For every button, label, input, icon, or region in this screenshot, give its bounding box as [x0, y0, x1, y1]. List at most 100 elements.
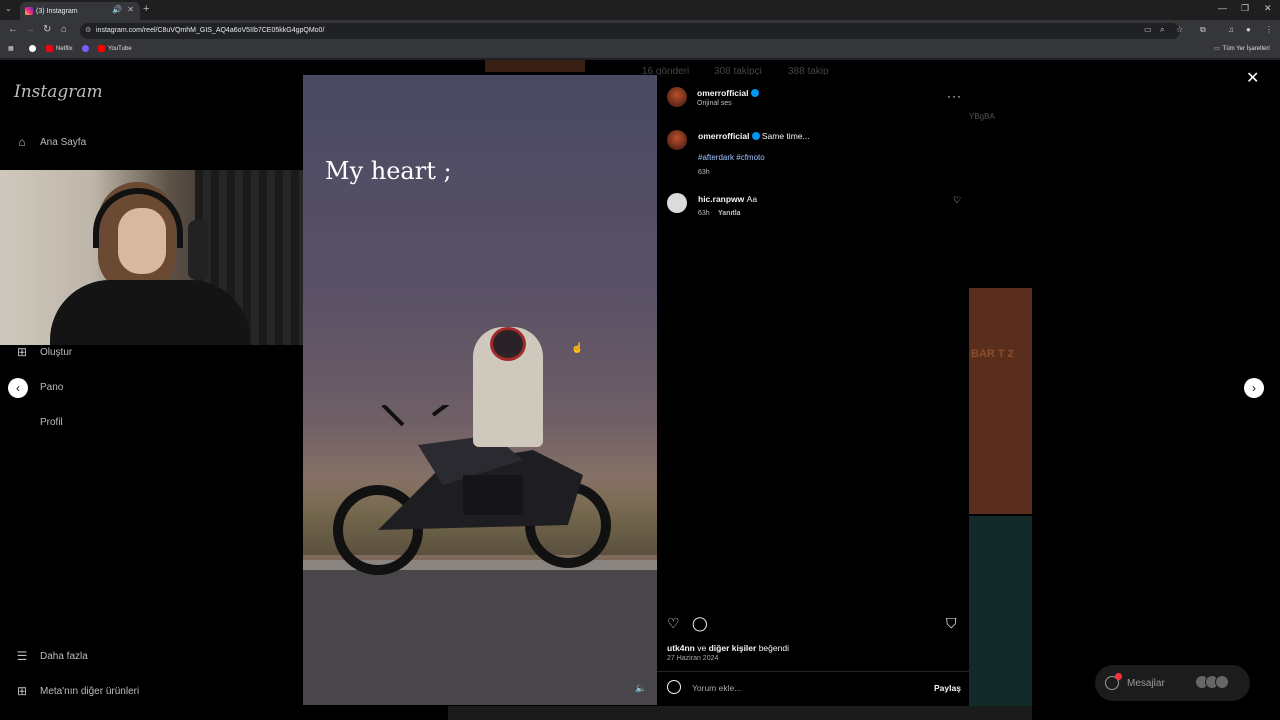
url-text: instagram.com/reel/C8uVQmhM_GIS_AQ4a6oV5…: [96, 27, 325, 34]
mouse-cursor-icon: ☝: [571, 343, 584, 354]
comment-text: Aa: [746, 194, 758, 204]
tab-bar: ⌄ (3) Instagram 🔊 ✕ + — ❐ ✕: [0, 0, 1280, 20]
bg-thumb-text: BAR T 2: [971, 348, 1014, 360]
sidebar-item-label: Meta'nın diğer ürünleri: [40, 685, 140, 697]
video-helmet: [490, 327, 526, 361]
comment-input[interactable]: Yorum ekle...: [692, 683, 741, 693]
install-icon[interactable]: ▭: [1144, 25, 1152, 34]
bg-side-text: YBgBA: [969, 112, 995, 121]
comment-like-icon[interactable]: ♡: [953, 195, 961, 206]
all-bookmarks[interactable]: ▭ Tüm Yer İşaretleri: [1214, 45, 1270, 53]
motorcycle-illustration: [333, 405, 611, 575]
audio-label[interactable]: Orijinal ses: [697, 100, 732, 107]
likes-others[interactable]: diğer kişiler: [709, 643, 757, 653]
speaker-icon[interactable]: 🔊: [112, 5, 122, 14]
instagram-page: Instagram ⌂ Ana Sayfa ⊞ Oluştur Pano Pro…: [0, 60, 1280, 720]
webcam-body: [50, 280, 250, 345]
extensions-icon[interactable]: ⧉: [1200, 25, 1206, 35]
folder-icon: ▭: [1214, 46, 1220, 52]
hashtag-text: #afterdark #cfmoto: [698, 153, 765, 162]
caption-time: 63h: [698, 169, 710, 176]
avatar[interactable]: [667, 130, 687, 150]
like-icon[interactable]: ♡: [667, 615, 680, 632]
bookmark-netflix[interactable]: Netflix: [46, 45, 73, 52]
save-icon[interactable]: ⛉: [946, 615, 957, 632]
bookmark-label: Netflix: [56, 45, 73, 52]
tab-instagram[interactable]: (3) Instagram 🔊 ✕: [20, 2, 140, 20]
background-thumbnail: [969, 516, 1032, 706]
profile-icon: [14, 414, 30, 430]
sidebar-item-profile[interactable]: Profil: [14, 414, 63, 430]
sidebar-item-home[interactable]: ⌂ Ana Sayfa: [14, 134, 86, 150]
sidebar-item-more[interactable]: ☰ Daha fazla: [14, 648, 88, 664]
forward-icon[interactable]: →: [25, 24, 35, 35]
tab-search-icon[interactable]: ⌄: [5, 4, 12, 13]
profile-avatar-icon[interactable]: ●: [1246, 25, 1251, 34]
close-window-icon[interactable]: ✕: [1264, 3, 1272, 14]
post-panel: omerrofficial Orijinal ses ··· omerroffi…: [657, 75, 969, 705]
sidebar-item-meta[interactable]: ⊞ Meta'nın diğer ürünleri: [14, 683, 139, 699]
address-bar-row: ← → ↻ ⌂ ⚙ instagram.com/reel/C8uVQmhM_GI…: [0, 20, 1280, 42]
emoji-icon[interactable]: [667, 680, 681, 694]
sidebar-item-label: Profil: [40, 416, 63, 428]
reply-button[interactable]: Yanıtla: [718, 210, 741, 217]
comment-icon[interactable]: ◯: [692, 615, 708, 632]
messages-button[interactable]: Mesajlar: [1095, 665, 1250, 701]
bookmarks-bar: ▦ Netflix YouTube ▭ Tüm Yer İşaretleri: [0, 42, 1280, 58]
background-avatar: [485, 60, 585, 72]
tab-title: (3) Instagram: [36, 7, 78, 15]
minimize-icon[interactable]: —: [1218, 3, 1227, 13]
post-username[interactable]: omerrofficial: [697, 88, 759, 98]
home-browser-icon[interactable]: ⌂: [61, 24, 67, 35]
comment-username[interactable]: hic.ranpww: [698, 194, 744, 204]
prev-arrow-button[interactable]: ‹: [8, 378, 28, 398]
hashtags[interactable]: #afterdark #cfmoto: [698, 153, 765, 162]
bookmark-youtube[interactable]: YouTube: [98, 45, 132, 52]
caption-username[interactable]: omerrofficial Same time...: [698, 131, 810, 141]
kebab-menu-icon[interactable]: ⋮: [1265, 25, 1273, 34]
bookmark-extra[interactable]: [82, 45, 89, 52]
likes-summary[interactable]: utk4nn ve diğer kişiler beğendi: [667, 643, 789, 653]
post-date: 27 Haziran 2024: [667, 655, 719, 662]
bookmark-star-icon[interactable]: ☆: [1176, 25, 1183, 34]
close-icon[interactable]: ✕: [1246, 68, 1259, 88]
username-text: omerrofficial: [697, 88, 749, 98]
background-thumbnail-row: [448, 706, 1032, 720]
bookmark-chrome[interactable]: [29, 45, 36, 52]
restore-icon[interactable]: ❐: [1241, 3, 1249, 14]
bookmark-label: YouTube: [108, 45, 132, 52]
likes-suffix: beğendi: [758, 643, 789, 653]
new-tab-button[interactable]: +: [143, 3, 149, 15]
likes-connector: ve: [697, 643, 707, 653]
avatar[interactable]: [667, 87, 687, 107]
zoom-icon[interactable]: ⌕: [1160, 25, 1164, 35]
divider: [657, 671, 969, 672]
webcam-overlay: [0, 170, 310, 345]
username-text: omerrofficial: [698, 131, 750, 141]
message-avatars: [1195, 675, 1239, 691]
instagram-favicon-icon: [25, 7, 33, 15]
site-info-icon[interactable]: ⚙: [85, 23, 91, 39]
comment-time: 63h: [698, 210, 710, 217]
verified-icon: [750, 89, 759, 97]
avatar[interactable]: [667, 193, 687, 213]
url-field[interactable]: ⚙ instagram.com/reel/C8uVQmhM_GIS_AQ4a6o…: [80, 23, 1180, 39]
speaker-icon[interactable]: 🔈: [635, 683, 646, 694]
instagram-logo[interactable]: Instagram: [14, 82, 103, 102]
browser-chrome: ⌄ (3) Instagram 🔊 ✕ + — ❐ ✕ ← → ↻ ⌂ ⚙ in…: [0, 0, 1280, 60]
next-arrow-button[interactable]: ›: [1244, 378, 1264, 398]
share-button[interactable]: Paylaş: [934, 683, 961, 693]
video-road: [303, 570, 657, 705]
all-bookmarks-label: Tüm Yer İşaretleri: [1222, 45, 1270, 52]
apps-icon[interactable]: ▦: [8, 45, 14, 52]
media-icon[interactable]: ♫: [1228, 25, 1234, 34]
caption-text: Same time...: [761, 131, 810, 141]
sidebar-item-create[interactable]: ⊞ Oluştur: [14, 344, 72, 360]
reload-icon[interactable]: ↻: [43, 24, 51, 35]
back-icon[interactable]: ←: [8, 24, 18, 35]
close-tab-icon[interactable]: ✕: [127, 5, 134, 14]
likes-user[interactable]: utk4nn: [667, 643, 695, 653]
more-options-icon[interactable]: ···: [947, 89, 962, 103]
reel-video[interactable]: My heart ; ☝ 🔈: [303, 75, 657, 705]
menu-icon: ☰: [16, 649, 28, 663]
